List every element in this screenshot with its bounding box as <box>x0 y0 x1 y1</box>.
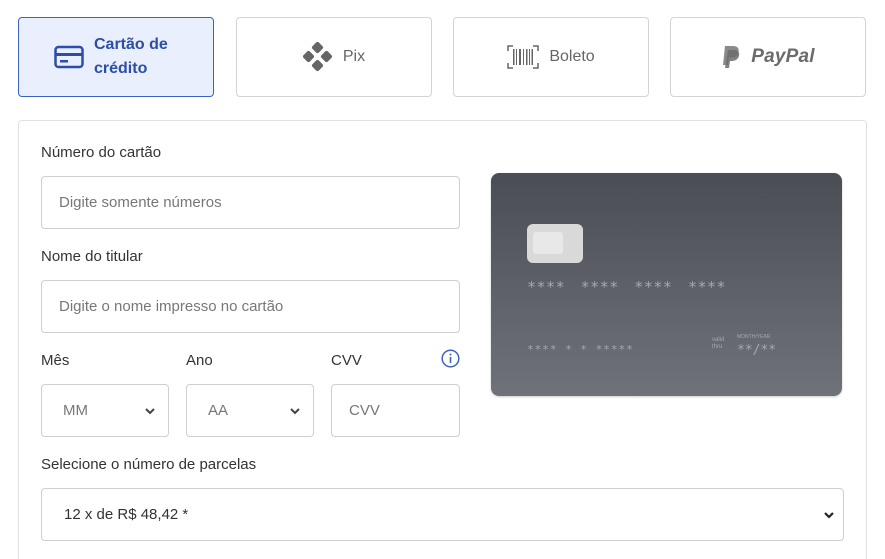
tab-boleto[interactable]: Boleto <box>453 17 649 97</box>
tab-credit-card-label: Cartão de crédito <box>94 36 168 77</box>
tab-credit-card[interactable]: Cartão de crédito <box>18 17 214 97</box>
installments-label: Selecione o número de parcelas <box>41 456 257 473</box>
card-number-input[interactable]: Digite somente números <box>41 176 460 229</box>
card-number-label: Número do cartão <box>41 144 162 161</box>
tab-boleto-label: Boleto <box>549 48 595 65</box>
holder-name-placeholder: Digite o nome impresso no cartão <box>59 298 284 315</box>
installments-select-value: 12 x de R$ 48,42 * <box>64 506 189 523</box>
tab-paypal-label: PayPal <box>751 46 815 67</box>
chevron-down-icon <box>144 405 156 417</box>
holder-name-input[interactable]: Digite o nome impresso no cartão <box>41 280 460 333</box>
info-icon[interactable] <box>441 349 460 368</box>
month-select[interactable]: MM <box>41 384 169 437</box>
year-label: Ano <box>186 352 213 369</box>
chevron-down-icon <box>289 405 301 417</box>
year-select-value: AA <box>208 402 229 419</box>
card-preview-until-label: MONTH/YEAR <box>737 334 771 340</box>
card-number-placeholder: Digite somente números <box>59 194 222 211</box>
installments-select[interactable]: 12 x de R$ 48,42 * <box>41 488 844 541</box>
barcode-icon <box>507 45 540 69</box>
month-label: Mês <box>41 352 70 369</box>
cvv-label: CVV <box>331 352 362 369</box>
cvv-placeholder: CVV <box>349 402 380 419</box>
holder-name-label: Nome do titular <box>41 248 143 265</box>
credit-card-icon <box>54 45 84 69</box>
month-select-value: MM <box>63 402 88 419</box>
pix-icon <box>302 42 333 72</box>
card-preview: **** **** **** **** **** * * ***** MONTH… <box>491 173 842 396</box>
tab-paypal[interactable]: PayPal <box>670 17 866 97</box>
chevron-down-icon <box>823 509 835 521</box>
card-preview-number: **** **** **** **** <box>527 278 727 296</box>
paypal-icon <box>721 45 741 69</box>
tab-pix-label: Pix <box>342 48 366 65</box>
cvv-input[interactable]: CVV <box>331 384 460 437</box>
card-preview-valid-label: valid thru <box>712 337 725 350</box>
card-chip <box>527 224 583 263</box>
payment-method-tabs: Cartão de crédito Pix Boleto PayPal <box>18 17 867 97</box>
card-preview-name: **** * * ***** <box>527 343 634 356</box>
card-preview-expiry: **/** <box>737 343 777 358</box>
tab-pix[interactable]: Pix <box>236 17 432 97</box>
year-select[interactable]: AA <box>186 384 314 437</box>
